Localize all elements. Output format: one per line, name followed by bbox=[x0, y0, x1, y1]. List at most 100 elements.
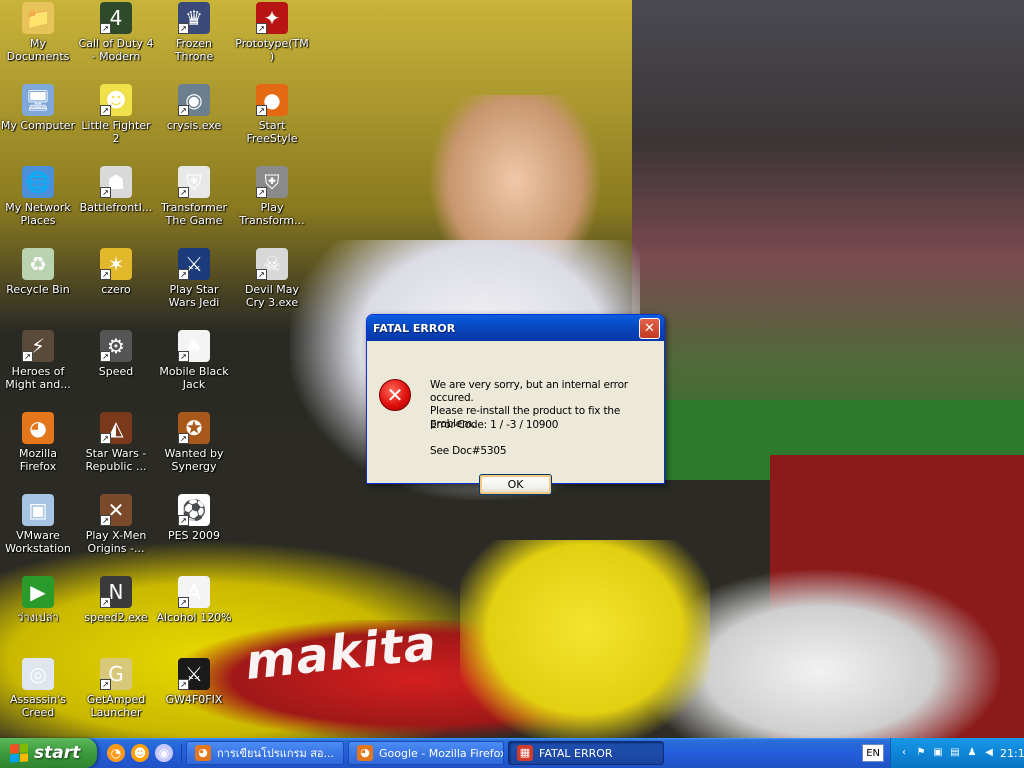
desktop-icon-label: Play X-Men Origins -... bbox=[85, 529, 147, 555]
xmen-icon: ✕ ↗ bbox=[100, 494, 132, 526]
desktop-icon-label: PES 2009 bbox=[167, 529, 221, 542]
network-icon: 🌐 bbox=[22, 166, 54, 198]
safe-remove-icon[interactable]: ♟ bbox=[965, 746, 979, 760]
desktop-icon[interactable]: ✪ ↗ Wanted by Synergy bbox=[156, 412, 232, 473]
desktop-icon[interactable]: ◉ ↗ crysis.exe bbox=[156, 84, 232, 132]
chat-icon[interactable]: ◉ bbox=[155, 744, 173, 762]
desktop-icon[interactable]: ☠ ↗ Devil May Cry 3.exe bbox=[234, 248, 310, 309]
desktop-icon-label: Mobile Black Jack bbox=[159, 365, 229, 391]
gw-icon: ⚔ ↗ bbox=[178, 658, 210, 690]
basketball-icon: ● ↗ bbox=[256, 84, 288, 116]
shortcut-arrow-icon: ↗ bbox=[256, 269, 267, 280]
dialog-titlebar[interactable]: FATAL ERROR ✕ bbox=[367, 315, 664, 341]
taskbar-button[interactable]: ◕ การเขียนโปรแกรม สอ... bbox=[186, 741, 344, 765]
language-indicator[interactable]: EN bbox=[862, 744, 884, 762]
media-player-icon[interactable]: ◔ bbox=[107, 744, 125, 762]
desktop-icon-label: Play Transform... bbox=[239, 201, 305, 227]
assassins-creed-icon: ◎ bbox=[22, 658, 54, 690]
desktop-icon[interactable]: ◎ Assassin's Creed bbox=[0, 658, 76, 719]
taskbar-button-label: การเขียนโปรแกรม สอ... bbox=[217, 747, 335, 760]
desktop-icon[interactable]: ⛨ ↗ Play Transform... bbox=[234, 166, 310, 227]
desktop-icon[interactable]: 🌐 My Network Places bbox=[0, 166, 76, 227]
desktop-icon[interactable]: 📁 My Documents bbox=[0, 2, 76, 63]
wallpaper-figure-shorts bbox=[460, 540, 710, 738]
firefox-icon: ◕ bbox=[357, 745, 373, 761]
desktop-icon-label: Mozilla Firefox bbox=[19, 447, 57, 473]
desktop-icon-label: VMware Workstation bbox=[5, 529, 71, 555]
ok-button[interactable]: OK bbox=[479, 474, 552, 495]
desktop-icon[interactable]: ♛ ↗ Frozen Throne bbox=[156, 2, 232, 63]
desktop-icon-label: Start FreeStyle bbox=[246, 119, 298, 145]
speed-icon: ⚙ ↗ bbox=[100, 330, 132, 362]
prototype-icon: ✦ ↗ bbox=[256, 2, 288, 34]
jedi-knight-icon: ⚔ ↗ bbox=[178, 248, 210, 280]
back-arrow-icon[interactable]: ‹ bbox=[897, 746, 911, 760]
desktop-icon[interactable]: ♻ Recycle Bin bbox=[0, 248, 76, 296]
desktop-icon-label: Call of Duty 4 - Modern War... bbox=[78, 37, 154, 63]
desktop-icon[interactable]: 🖥 My Computer bbox=[0, 84, 76, 132]
taskbar-button[interactable]: ▦ FATAL ERROR bbox=[508, 741, 664, 765]
firefox-icon: ◕ bbox=[195, 745, 211, 761]
desktop-icon[interactable]: ● ↗ Start FreeStyle bbox=[234, 84, 310, 145]
desktop-icon[interactable]: ✶ ↗ czero bbox=[78, 248, 154, 296]
shortcut-arrow-icon: ↗ bbox=[100, 23, 111, 34]
firefox-icon: ◕ bbox=[22, 412, 54, 444]
desktop-icon-label: czero bbox=[101, 283, 131, 296]
desktop-icon[interactable]: ✦ ↗ Prototype(TM) bbox=[234, 2, 310, 63]
desktop-icon[interactable]: ♠ ↗ Mobile Black Jack bbox=[156, 330, 232, 391]
volume-icon[interactable]: ◀ bbox=[982, 746, 996, 760]
decepticon-icon: ⛨ ↗ bbox=[256, 166, 288, 198]
desktop-icon[interactable]: ▣ VMware Workstation bbox=[0, 494, 76, 555]
shortcut-arrow-icon: ↗ bbox=[178, 433, 189, 444]
desktop-icon[interactable]: ▶ ว่างเปล่า bbox=[0, 576, 76, 624]
desktop-icon[interactable]: G ↗ GetAmped Launcher bbox=[78, 658, 154, 719]
desktop-icon[interactable]: ⚔ ↗ GW4F0FIX bbox=[156, 658, 232, 706]
flag-icon[interactable]: ⚑ bbox=[914, 746, 928, 760]
shortcut-arrow-icon: ↗ bbox=[100, 269, 111, 280]
close-button[interactable]: ✕ bbox=[639, 317, 660, 339]
monitor-tray-icon[interactable]: ▤ bbox=[948, 746, 962, 760]
desktop-icon[interactable]: ◕ Mozilla Firefox bbox=[0, 412, 76, 473]
heroes-icon: ⚡ ↗ bbox=[22, 330, 54, 362]
desktop-icon[interactable]: ⚽ ↗ PES 2009 bbox=[156, 494, 232, 542]
desktop-icon-label: Little Fighter 2 bbox=[81, 119, 151, 145]
recycle-bin-icon: ♻ bbox=[22, 248, 54, 280]
network-tray-icon[interactable]: ▣ bbox=[931, 746, 945, 760]
shortcut-arrow-icon: ↗ bbox=[100, 351, 111, 362]
desktop-icon-label: Play Star Wars Jedi Knight I... bbox=[168, 283, 220, 309]
shortcut-arrow-icon: ↗ bbox=[256, 105, 267, 116]
shortcut-arrow-icon: ↗ bbox=[100, 105, 111, 116]
close-icon: ✕ bbox=[644, 320, 655, 336]
desktop-icon[interactable]: ✕ ↗ Play X-Men Origins -... bbox=[78, 494, 154, 555]
task-buttons: ◕ การเขียนโปรแกรม สอ... ◕ Google - Mozilla … bbox=[182, 741, 664, 765]
taskbar-button[interactable]: ◕ Google - Mozilla Firefox bbox=[348, 741, 504, 765]
desktop-icon[interactable]: A ↗ Alcohol 120% bbox=[156, 576, 232, 624]
alcohol-icon: A ↗ bbox=[178, 576, 210, 608]
shortcut-arrow-icon: ↗ bbox=[178, 597, 189, 608]
app-icon: ▦ bbox=[517, 745, 533, 761]
shortcut-arrow-icon: ↗ bbox=[100, 597, 111, 608]
desktop-icon[interactable]: ⛨ ↗ Transformer The Game bbox=[156, 166, 232, 227]
error-doc: See Doc#5305 bbox=[430, 445, 507, 457]
desktop-icon[interactable]: ◭ ↗ Star Wars - Republic ... bbox=[78, 412, 154, 473]
shortcut-arrow-icon: ↗ bbox=[178, 269, 189, 280]
desktop-icon[interactable]: ⚡ ↗ Heroes of Might and... bbox=[0, 330, 76, 391]
desktop-icon[interactable]: ⚙ ↗ Speed bbox=[78, 330, 154, 378]
error-code: Error-Code: 1 / -3 / 10900 bbox=[430, 419, 559, 431]
messenger-icon[interactable]: ☻ bbox=[131, 744, 149, 762]
desktop-icon[interactable]: N ↗ speed2.exe bbox=[78, 576, 154, 624]
desktop-icon-label: Prototype(TM) bbox=[235, 37, 309, 63]
clock[interactable]: 21:19 bbox=[1000, 747, 1024, 760]
system-tray: ‹⚑▣▤♟◀ 21:19 bbox=[890, 738, 1024, 768]
desktop-icon[interactable]: ⚔↗ Play Star Wars Jedi Knight I... bbox=[156, 248, 232, 309]
little-fighter-icon: ☻ ↗ bbox=[100, 84, 132, 116]
desktop-icon-label: speed2.exe bbox=[84, 611, 148, 624]
start-button[interactable]: start bbox=[0, 738, 97, 768]
desktop-icon-label: Heroes of Might and... bbox=[5, 365, 71, 391]
shortcut-arrow-icon: ↗ bbox=[178, 351, 189, 362]
desktop-icon-label: Wanted by Synergy bbox=[164, 447, 224, 473]
desktop-icon[interactable]: ☻ ↗ Little Fighter 2 bbox=[78, 84, 154, 145]
desktop-icon[interactable]: ☗ ↗ BattlefrontI... bbox=[78, 166, 154, 214]
desktop-icon[interactable]: 4↗ Call of Duty 4 - Modern War... bbox=[78, 2, 154, 63]
nfs-icon: N ↗ bbox=[100, 576, 132, 608]
